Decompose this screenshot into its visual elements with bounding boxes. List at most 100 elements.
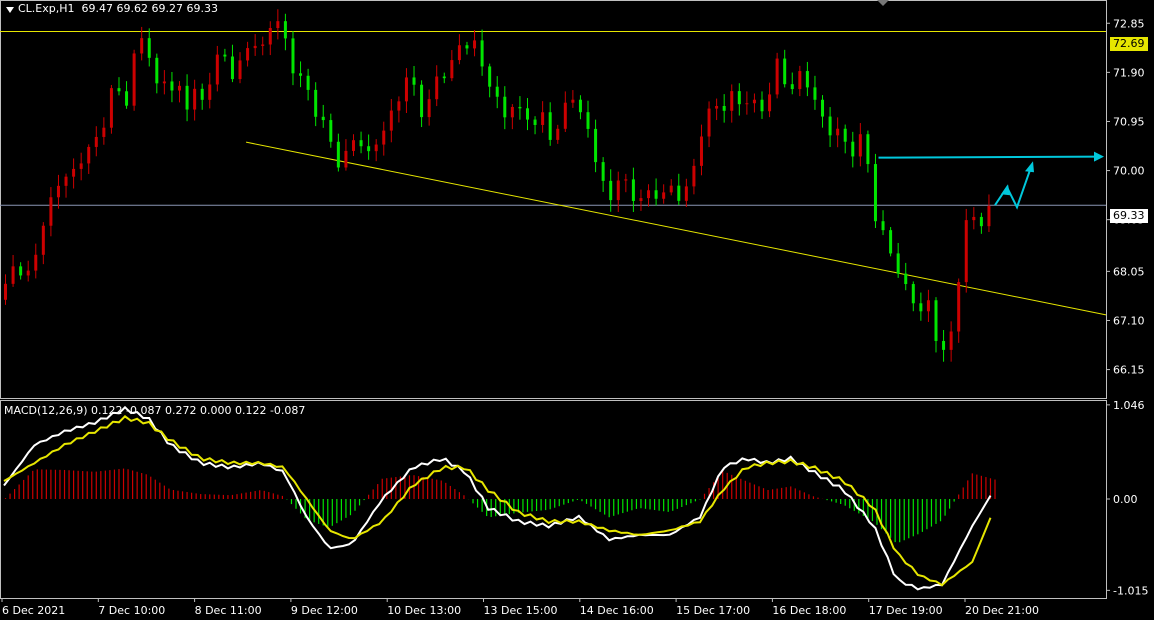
candle-body [359, 140, 363, 147]
trading-chart[interactable]: 72.8571.9070.9570.0069.0568.0567.1066.15… [0, 0, 1154, 620]
candle-body [783, 58, 787, 85]
candle-body [639, 198, 643, 201]
forecast-arrow-head-icon [1001, 184, 1010, 196]
candle-body [329, 120, 333, 142]
target-arrow-head-icon [1094, 151, 1104, 162]
candle-body [11, 266, 15, 284]
forecast-arrow-head-icon [1025, 161, 1034, 173]
candle-body [450, 60, 454, 79]
candle-body [631, 179, 635, 201]
chart-shift-marker-icon[interactable] [877, 0, 889, 6]
price-panel-frame [0, 0, 1107, 399]
macd-tick-label: -1.015 [1113, 584, 1148, 597]
candle-body [964, 220, 968, 283]
candle-body [904, 273, 908, 285]
candle-body [26, 270, 30, 276]
candle-body [843, 128, 847, 142]
candle-body [125, 91, 129, 106]
candle-body [578, 99, 582, 113]
candle-body [480, 40, 484, 67]
candle-body [253, 45, 257, 49]
candle-body [155, 57, 159, 84]
candle-body [56, 185, 60, 198]
candle-body [34, 254, 38, 271]
candle-body [677, 185, 681, 201]
candle-body [866, 134, 870, 165]
candle-body [828, 116, 832, 136]
macd-tick-label: 1.046 [1113, 399, 1145, 412]
candle-body [798, 71, 802, 90]
candle-body [949, 331, 953, 350]
candle-body [404, 77, 408, 102]
candle-body [858, 134, 862, 157]
candle-body [87, 146, 91, 164]
candle-body [896, 253, 900, 274]
candle-body [533, 119, 537, 125]
candle-body [306, 75, 310, 90]
candle-body [730, 91, 734, 111]
candle-body [745, 103, 749, 105]
candle-body [351, 140, 355, 151]
candle-body [715, 105, 719, 109]
candle-body [699, 136, 703, 166]
candle-body [147, 38, 151, 58]
candle-body [261, 44, 265, 46]
candle-body [495, 86, 499, 97]
candle-body [647, 190, 651, 199]
candle-body [942, 340, 946, 350]
candle-body [102, 127, 106, 137]
candle-body [132, 53, 136, 106]
time-tick-label: 14 Dec 16:00 [580, 604, 654, 617]
chart-header: CL.Exp,H1 69.47 69.62 69.27 69.33 [4, 2, 218, 15]
candle-body [616, 180, 620, 201]
signal-line [3, 414, 992, 587]
candle-body [200, 88, 204, 100]
candle-body [821, 99, 825, 117]
candle-body [389, 110, 393, 131]
candle-body [64, 176, 68, 186]
candle-body [881, 221, 885, 231]
candle-body [79, 163, 83, 169]
resistance-price-label: 72.69 [1110, 37, 1148, 51]
price-tick-label: 72.85 [1113, 17, 1145, 30]
candle-body [420, 84, 424, 118]
candle-body [926, 300, 930, 312]
candle-body [987, 205, 991, 227]
candle-body [427, 99, 431, 118]
candle-body [435, 76, 439, 100]
candle-body [473, 40, 477, 49]
candle-body [556, 128, 560, 140]
candle-body [4, 283, 8, 300]
candle-body [775, 58, 779, 95]
candle-body [563, 102, 567, 129]
forecast-zigzag-line [994, 166, 1032, 210]
candle-body [919, 303, 923, 312]
target-arrow-line [878, 155, 1099, 159]
candle-body [790, 84, 794, 90]
candle-body [94, 136, 98, 147]
candle-body [442, 76, 446, 79]
candle-body [972, 216, 976, 221]
time-tick-label: 6 Dec 2021 [2, 604, 65, 617]
candle-body [336, 141, 340, 168]
candle-body [162, 81, 166, 84]
candle-body [412, 77, 416, 85]
candle-body [185, 85, 189, 110]
candle-body [49, 197, 53, 226]
candle-body [230, 56, 234, 80]
candle-body [503, 96, 507, 118]
candle-body [571, 99, 575, 103]
support-trendline [245, 141, 1107, 316]
candle-body [321, 116, 325, 121]
candle-body [737, 91, 741, 105]
candle-body [594, 128, 598, 163]
price-tick-label: 67.10 [1113, 314, 1145, 327]
candle-body [669, 185, 673, 193]
time-tick-label: 17 Dec 19:00 [869, 604, 943, 617]
candle-body [911, 284, 915, 304]
candle-body [208, 84, 212, 100]
current-price-label: 69.33 [1110, 209, 1148, 223]
candle-body [314, 89, 318, 117]
candle-body [624, 179, 628, 181]
candle-body [19, 266, 23, 276]
